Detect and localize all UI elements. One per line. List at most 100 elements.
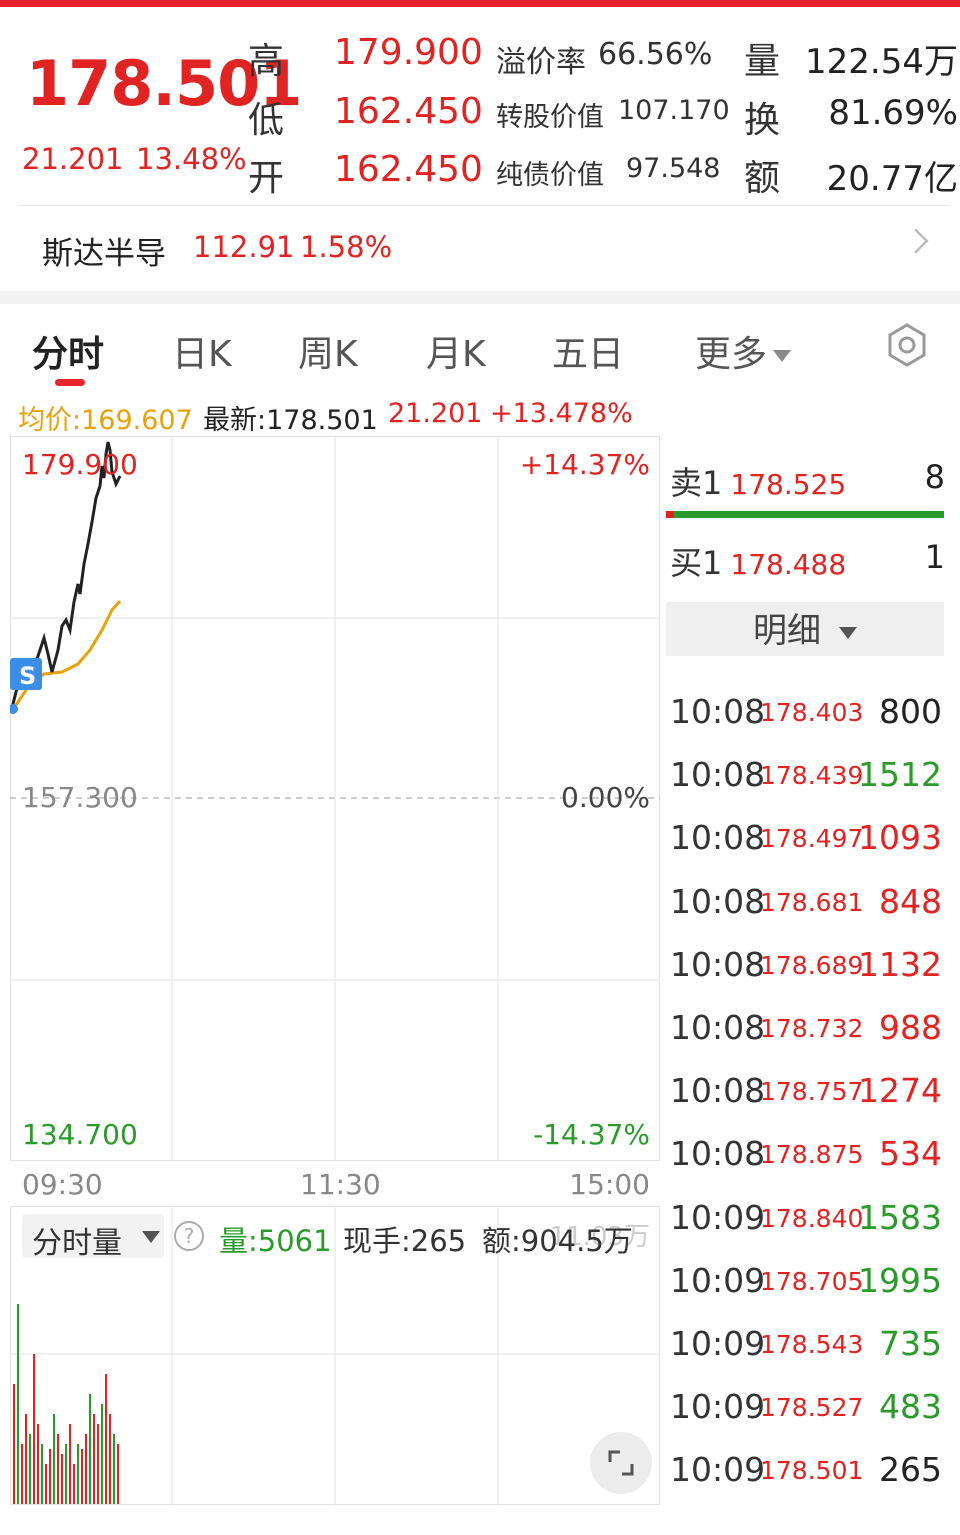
- tick-qty: 848: [879, 881, 942, 921]
- volume-amount: 额:904.5万: [482, 1224, 633, 1258]
- sell-1-label: 卖1: [670, 464, 723, 502]
- volume-bar: [89, 1394, 91, 1504]
- change-pct-info: +13.478%: [490, 398, 633, 429]
- divider: [18, 205, 950, 206]
- tick-price: 178.732: [760, 1014, 864, 1043]
- tick-time: 10:09: [670, 1450, 766, 1490]
- volume-bar: [65, 1444, 67, 1504]
- order-book-panel: 卖1 178.525 8 买1 178.488 1 明细 10:08 178.403 8…: [660, 436, 950, 1506]
- sell-1-qty: 8: [924, 458, 945, 496]
- detail-label: 明细: [753, 611, 821, 651]
- tick-qty: 800: [879, 692, 942, 731]
- volume-bar: [101, 1404, 103, 1504]
- turnover-value: 81.69%: [828, 93, 958, 133]
- volume-bar: [21, 1444, 23, 1504]
- buy-1-price: 178.488: [730, 548, 847, 581]
- tick-qty: 735: [879, 1324, 942, 1363]
- underlying-price: 112.91: [193, 230, 295, 264]
- volume-bar: [49, 1449, 51, 1504]
- low-label: 低: [248, 100, 285, 141]
- volume-bar: [53, 1414, 55, 1504]
- dropdown-arrow-icon: [773, 350, 792, 362]
- open-value: 162.450: [334, 149, 483, 190]
- volume-indicator-selector[interactable]: 分时量: [22, 1214, 164, 1261]
- tick-qty: 265: [879, 1450, 942, 1490]
- tick-time: 10:08: [670, 755, 766, 795]
- bond-value: 97.548: [626, 153, 721, 184]
- volume-value: 122.54万: [805, 42, 958, 82]
- volume-bar: [29, 1434, 31, 1504]
- tab-monthly-k[interactable]: 月K: [426, 325, 486, 377]
- intraday-chart[interactable]: S 179.900 157.300 134.700 +14.37% 0.00% …: [10, 436, 660, 1506]
- tick-time: 10:08: [670, 1071, 766, 1111]
- amount-value: 20.77亿: [826, 159, 958, 199]
- tick-time: 10:08: [670, 818, 766, 858]
- tick-price: 178.875: [760, 1140, 864, 1170]
- tick-time: 10:08: [670, 881, 766, 921]
- tick-time: 10:08: [670, 1008, 766, 1047]
- open-label: 开: [248, 158, 285, 199]
- tick-row: 10:08 178.497 1093: [670, 818, 942, 881]
- volume-bar: [25, 1414, 27, 1504]
- tick-price: 178.527: [760, 1393, 864, 1423]
- detail-tab[interactable]: 明细: [666, 602, 944, 656]
- volume-now: 量:5061: [219, 1224, 332, 1258]
- dropdown-arrow-icon: [142, 1231, 160, 1243]
- volume-bar: [61, 1454, 63, 1504]
- tick-row: 10:09 178.501 265: [670, 1450, 942, 1513]
- tick-price: 178.681: [760, 887, 864, 917]
- tick-qty: 1132: [858, 944, 942, 984]
- volume-bar: [41, 1444, 43, 1504]
- tab-more-label: 更多: [695, 334, 768, 375]
- help-icon[interactable]: ?: [174, 1221, 204, 1251]
- tick-qty: 534: [879, 1134, 942, 1174]
- high-value: 179.900: [334, 32, 483, 73]
- tab-five-day[interactable]: 五日: [552, 325, 624, 377]
- tick-time: 10:09: [670, 1260, 766, 1300]
- volume-bar: [105, 1374, 107, 1504]
- volume-bar: [117, 1444, 119, 1504]
- turnover-label: 换: [744, 100, 781, 141]
- tick-row: 10:09 178.840 1583: [670, 1198, 942, 1261]
- active-tab-indicator: [55, 379, 85, 386]
- volume-bar: [37, 1424, 39, 1504]
- tick-qty: 1995: [858, 1260, 942, 1300]
- buy-1-label: 买1: [670, 544, 723, 582]
- pct-axis-high: +14.37%: [519, 448, 650, 481]
- tick-row: 10:08 178.875 534: [670, 1134, 942, 1197]
- tick-qty: 1583: [858, 1197, 942, 1237]
- avg-price-line: [12, 600, 122, 709]
- tick-row: 10:08 178.732 988: [670, 1008, 942, 1071]
- fullscreen-icon: [608, 1450, 634, 1476]
- chart-grid: [10, 436, 660, 1506]
- tab-daily-k[interactable]: 日K: [172, 325, 232, 377]
- price-change-pct: 13.48%: [136, 142, 247, 176]
- y-axis-low: 134.700: [22, 1118, 138, 1151]
- fullscreen-button[interactable]: [590, 1432, 652, 1494]
- tab-weekly-k[interactable]: 周K: [298, 325, 358, 377]
- dropdown-arrow-icon: [839, 626, 857, 639]
- volume-bar: [97, 1424, 99, 1504]
- volume-label: 量: [744, 41, 781, 82]
- tick-row: 10:08 178.681 848: [670, 882, 942, 945]
- volume-bar: [57, 1434, 59, 1504]
- premium-label: 溢价率: [496, 45, 586, 80]
- tab-more[interactable]: 更多: [695, 325, 792, 377]
- volume-bar: [33, 1354, 35, 1504]
- tick-row: 10:08 178.403 800: [670, 692, 942, 755]
- tab-intraday[interactable]: 分时: [32, 325, 104, 377]
- high-label: 高: [248, 41, 285, 82]
- sell-1-row: 卖1 178.525 8: [670, 458, 945, 504]
- tick-time: 10:08: [670, 944, 766, 984]
- tick-price: 178.840: [760, 1203, 864, 1233]
- tick-price: 178.501: [760, 1456, 864, 1486]
- tick-qty: 988: [879, 1008, 942, 1047]
- section-gap: [0, 291, 960, 304]
- tick-qty: 1274: [858, 1071, 942, 1111]
- tick-price: 178.543: [760, 1330, 864, 1359]
- settings-hexagon-icon[interactable]: [884, 322, 930, 368]
- tick-time: 10:09: [670, 1387, 766, 1427]
- x-axis-noon: 11:30: [300, 1168, 381, 1201]
- volume-bar: [77, 1444, 79, 1504]
- signal-marker-text: S: [19, 662, 37, 690]
